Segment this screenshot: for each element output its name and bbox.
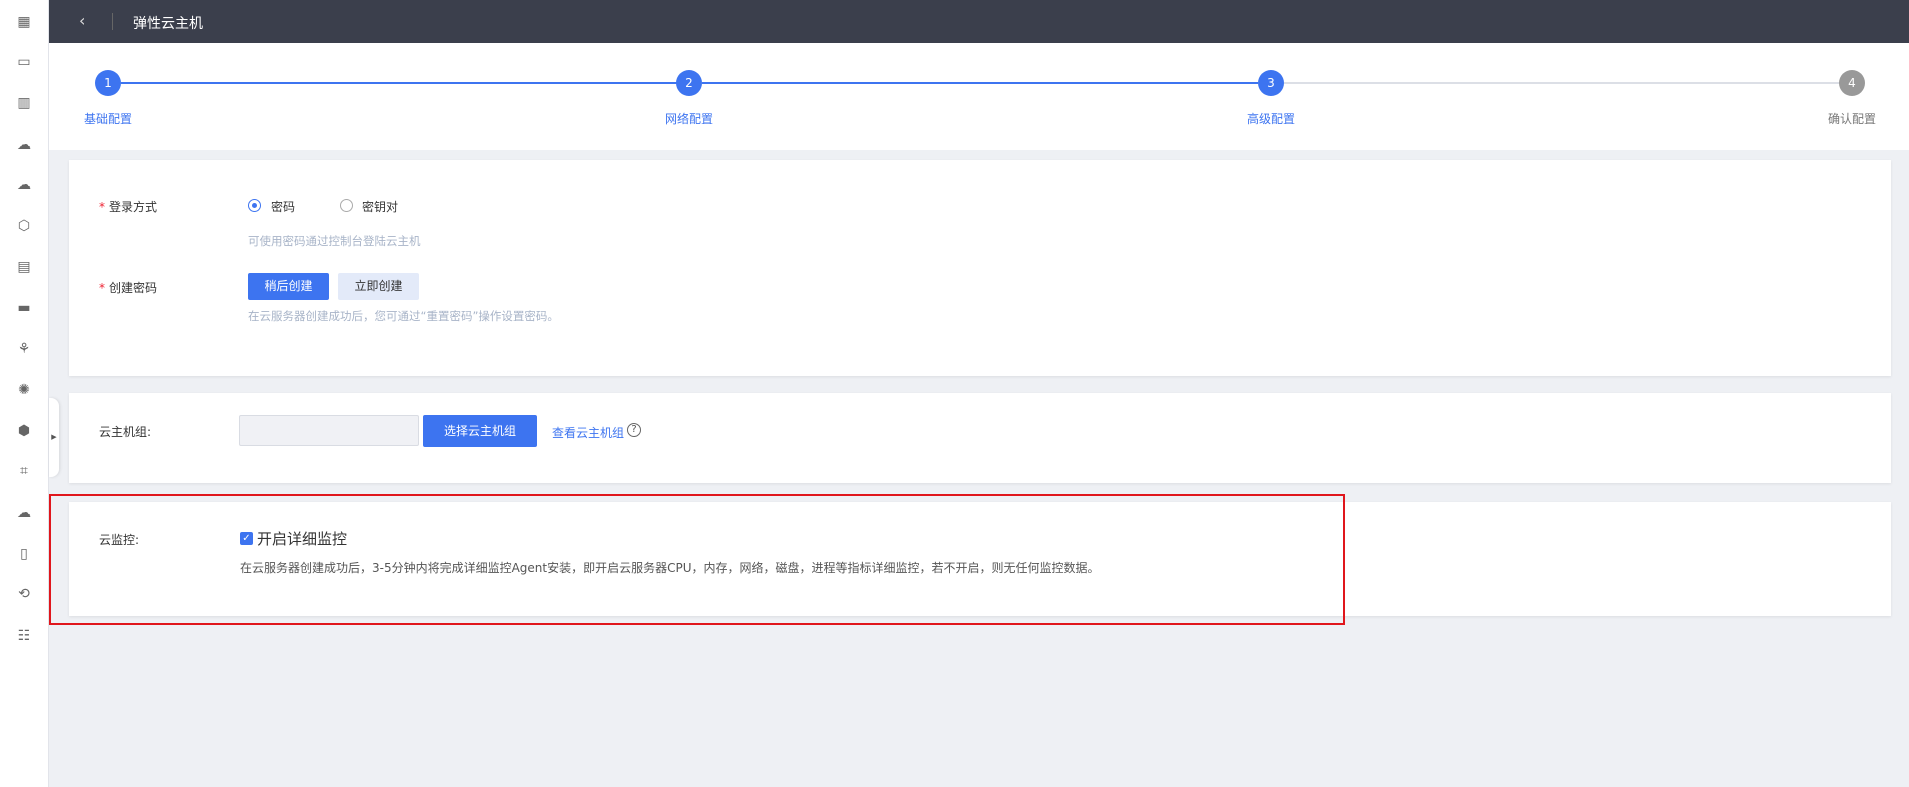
scan-icon[interactable]: ⌗ [15,462,33,480]
step-3-circle: 3 [1258,70,1284,96]
select-group-button[interactable]: 选择云主机组 [423,415,537,447]
login-method-text: 登录方式 [109,200,158,214]
step-1-label: 基础配置 [83,112,132,126]
hexagon-icon[interactable]: ⬡ [15,217,33,235]
step-4-label: 确认配置 [1827,112,1876,126]
step-2-circle: 2 [676,70,702,96]
monitor-description: 在云服务器创建成功后，3-5分钟内将完成详细监控Agent安装，即开启云服务器C… [240,561,1100,575]
page-title: 弹性云主机 [133,16,203,32]
step-connector [1284,82,1840,84]
monitor-label: 云监控: [99,533,140,547]
top-bar: ‹ 弹性云主机 [49,0,1909,43]
detailed-monitor-label[interactable]: 开启详细监控 [257,528,347,549]
step-connector [702,82,1258,84]
group-label: 云主机组: [99,425,152,439]
login-card: * 登录方式 密码 密钥对 可使用密码通过控制台登陆云主机 * 创建密码 稍后创建 … [69,160,1891,376]
step-connector [121,82,677,84]
login-hint: 可使用密码通过控制台登陆云主机 [248,234,421,248]
monitor-cloud-icon[interactable]: ▭ [15,53,33,71]
cloud-speed-icon[interactable]: ☁ [15,504,33,522]
password-hint: 在云服务器创建成功后，您可通过“重置密码”操作设置密码。 [248,309,559,323]
sidebar-expand-handle[interactable]: ▶ [49,398,59,477]
step-1-circle: 1 [95,70,121,96]
cloud-storage-icon[interactable]: ☁ [15,136,33,154]
radio-keypair[interactable] [340,199,353,212]
radio-password-label[interactable]: 密码 [271,198,295,215]
detailed-monitor-checkbox[interactable]: ✓ [240,532,253,545]
required-mark: * [99,281,105,295]
network-icon[interactable]: ☷ [15,627,33,645]
message-icon[interactable]: ▤ [15,258,33,276]
step-2-label: 网络配置 [664,112,713,126]
chevron-left-icon[interactable]: ‹ [79,11,85,30]
dashboard-icon[interactable]: ▦ [15,13,33,31]
create-password-label: * 创建密码 [99,279,157,296]
cube-icon[interactable]: ⬢ [15,422,33,440]
create-password-text: 创建密码 [109,281,158,295]
step-3-label: 高级配置 [1246,112,1295,126]
monitor-card: 云监控: ✓ 开启详细监控 在云服务器创建成功后，3-5分钟内将完成详细监控Ag… [69,502,1891,616]
cloud-icon[interactable]: ☁ [15,176,33,194]
sun-icon[interactable]: ✺ [15,381,33,399]
group-input[interactable] [239,415,419,446]
stepper: 1 2 3 4 基础配置 网络配置 高级配置 确认配置 [49,43,1909,150]
radio-password[interactable] [248,199,261,212]
divider [112,13,113,30]
step-4-circle: 4 [1839,70,1865,96]
view-group-link[interactable]: 查看云主机组 [552,424,624,441]
cluster-icon[interactable]: ⚘ [15,340,33,358]
layout-icon[interactable]: ▥ [15,94,33,112]
radio-keypair-label[interactable]: 密钥对 [362,198,398,215]
help-icon[interactable]: ? [627,423,641,437]
create-now-button[interactable]: 立即创建 [338,273,419,300]
cloud-sync-icon[interactable]: ⟲ [15,585,33,603]
sidebar: ▦ ▭ ▥ ☁ ☁ ⬡ ▤ ▬ ⚘ ✺ ⬢ ⌗ ☁ ▯ ⟲ ☷ [0,0,49,787]
mobile-icon[interactable]: ▯ [15,545,33,563]
create-later-button[interactable]: 稍后创建 [248,273,329,300]
server-icon[interactable]: ▬ [15,299,33,317]
required-mark: * [99,200,105,214]
login-method-label: * 登录方式 [99,198,157,215]
